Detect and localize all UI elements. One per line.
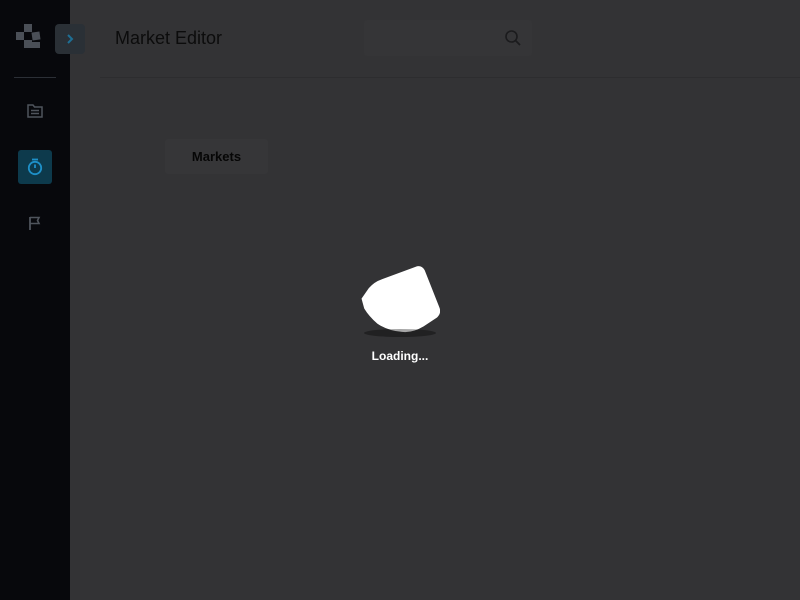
- search-input[interactable]: [372, 20, 496, 58]
- sidebar-item-files[interactable]: [18, 94, 52, 128]
- stopwatch-icon: [27, 158, 43, 176]
- sidebar: [0, 0, 70, 600]
- page-title: Market Editor: [115, 28, 223, 48]
- tab-label: Markets: [191, 149, 242, 164]
- chevron-right-icon: [67, 34, 74, 44]
- sidebar-toggle-button[interactable]: [55, 24, 85, 54]
- file-list-icon: [27, 104, 43, 118]
- loading-text: Loading...: [371, 349, 429, 363]
- sidebar-item-flag[interactable]: [18, 206, 52, 240]
- loading-indicator: Loading...: [340, 250, 460, 370]
- header: Market Editor: [100, 0, 800, 78]
- loader-shadow: [364, 329, 436, 337]
- search-icon[interactable]: [504, 29, 522, 47]
- search-box[interactable]: [364, 20, 532, 58]
- flag-icon: [29, 216, 41, 230]
- app-logo-icon[interactable]: [14, 24, 42, 52]
- tab-markets[interactable]: Markets: [165, 139, 268, 174]
- sidebar-divider: [14, 77, 56, 78]
- sidebar-item-timer[interactable]: [18, 150, 52, 184]
